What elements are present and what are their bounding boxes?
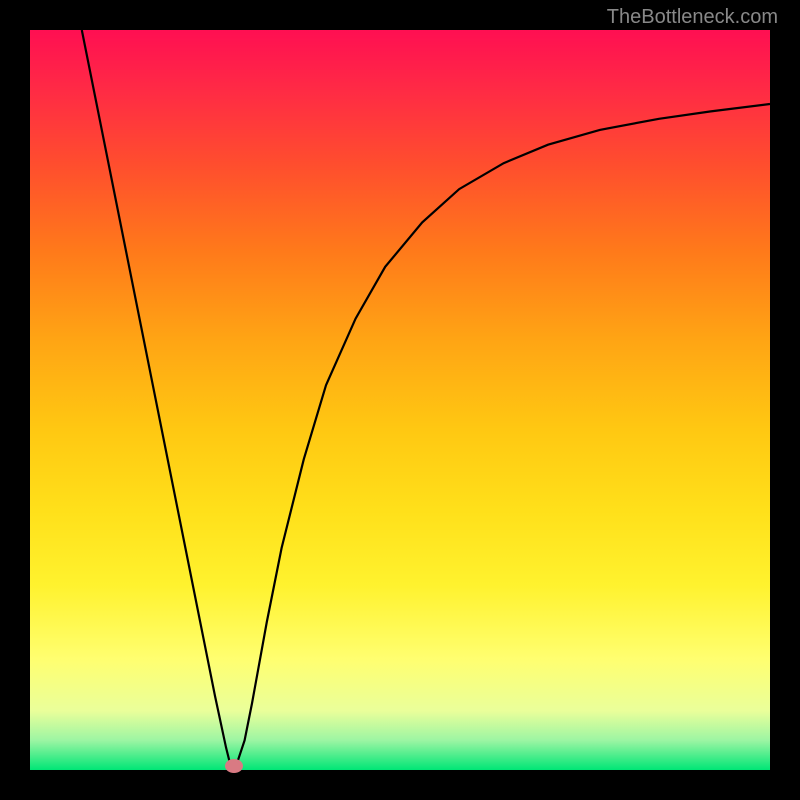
attribution-text: TheBottleneck.com [607,6,778,29]
minimum-marker [225,759,243,773]
chart-svg [30,30,770,770]
chart-plot-area [30,30,770,770]
chart-curve [82,30,770,766]
